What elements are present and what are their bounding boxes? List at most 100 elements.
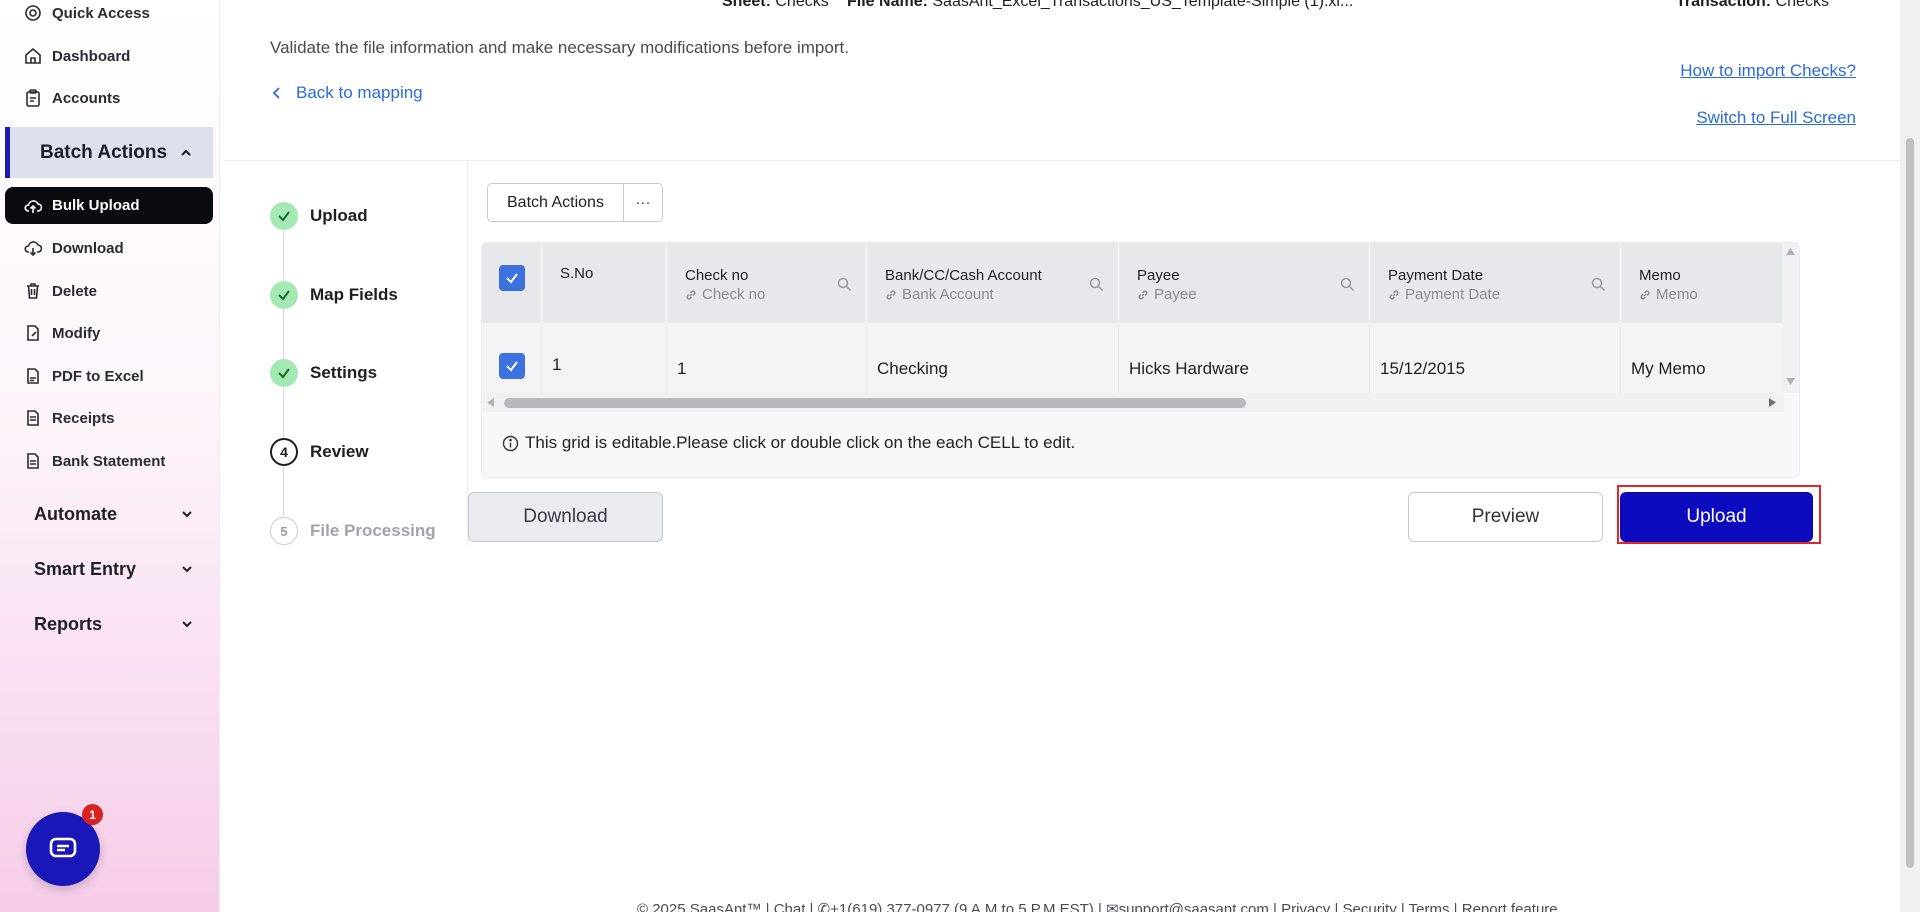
sidebar-group-automate[interactable]: Automate (34, 501, 194, 527)
link-icon (686, 290, 696, 299)
grid-horizontal-scrollbar[interactable] (482, 393, 1784, 412)
table-cell-bank-account[interactable]: Checking (867, 323, 1119, 393)
column-title: Payment Date (1388, 267, 1484, 284)
row-checkbox[interactable] (499, 353, 525, 379)
sidebar-item-label: PDF to Excel (52, 367, 144, 385)
step-label: Map Fields (310, 285, 398, 304)
column-title: S.No (560, 265, 594, 282)
column-header-bank-account[interactable]: Bank/CC/Cash Account Bank Account (867, 243, 1119, 323)
search-icon[interactable] (1089, 277, 1104, 292)
scroll-down-arrow-icon[interactable] (1785, 377, 1796, 386)
batch-actions-button[interactable]: Batch Actions (488, 184, 624, 221)
table-cell-sno[interactable]: 1 (542, 323, 667, 393)
file-name-value: SaasAnt_Excel_Transactions_US_Template-S… (932, 0, 1354, 10)
column-mapping-label: Check no (702, 286, 766, 303)
file-name-info: File Name: SaasAnt_Excel_Transactions_US… (847, 0, 1353, 11)
table-cell-text: Checking (877, 359, 948, 378)
sidebar-item-delete[interactable]: Delete (24, 280, 97, 302)
search-icon[interactable] (1340, 277, 1355, 292)
statement-icon (27, 453, 39, 469)
column-mapping-label: Bank Account (902, 286, 994, 303)
sheet-value: Checks (775, 0, 829, 10)
sidebar-section-title: Batch Actions (40, 141, 168, 163)
quick-access-icon (25, 5, 41, 21)
sidebar-item-download[interactable]: Download (24, 237, 124, 259)
sidebar-item-label: Delete (52, 282, 98, 300)
sidebar: Quick Access Dashboard Accounts Batch Ac… (0, 0, 220, 912)
sidebar-group-label: Smart Entry (34, 558, 137, 579)
column-title: Bank/CC/Cash Account (885, 267, 1042, 284)
scroll-up-arrow-icon[interactable] (1785, 247, 1796, 256)
scroll-left-arrow-icon[interactable] (486, 397, 495, 408)
table-cell-check-no[interactable]: 1 (667, 323, 867, 393)
sidebar-group-label: Reports (34, 613, 103, 634)
sidebar-item-bank-statement[interactable]: Bank Statement (24, 450, 165, 472)
chevron-down-icon (182, 511, 192, 518)
receipt-icon (27, 410, 39, 426)
stepper-divider (467, 161, 468, 546)
sidebar-item-label: Bulk Upload (52, 197, 140, 214)
table-cell-text: Hicks Hardware (1129, 359, 1249, 378)
chevron-down-icon (182, 566, 192, 573)
transaction-info: Transaction: Checks (1676, 0, 1829, 11)
scroll-right-arrow-icon[interactable] (1768, 397, 1777, 408)
page-scrollbar[interactable] (1900, 0, 1920, 912)
cloud-upload-icon (24, 199, 42, 213)
select-all-checkbox[interactable] (499, 265, 525, 291)
full-screen-link[interactable]: Switch to Full Screen (1696, 108, 1856, 128)
grid-note-text: This grid is editable.Please click or do… (525, 433, 1076, 452)
more-options-button[interactable]: ··· (624, 184, 662, 221)
table-cell-memo[interactable]: My Memo (1621, 323, 1784, 393)
search-icon[interactable] (1591, 277, 1606, 292)
column-header-memo[interactable]: Memo Memo (1621, 243, 1784, 323)
step-settings[interactable]: Settings (270, 359, 377, 387)
table-cell-payee[interactable]: Hicks Hardware (1119, 323, 1370, 393)
sidebar-item-bulk-upload[interactable]: Bulk Upload (5, 187, 213, 224)
back-to-mapping-link[interactable]: Back to mapping (270, 83, 423, 103)
download-button[interactable]: Download (468, 492, 663, 542)
step-review[interactable]: 4 Review (270, 438, 369, 466)
step-done-icon (270, 281, 298, 309)
grid-editable-note: This grid is editable.Please click or do… (502, 433, 1075, 453)
step-map-fields[interactable]: Map Fields (270, 281, 398, 309)
column-header-payment-date[interactable]: Payment Date Payment Date (1370, 243, 1621, 323)
sidebar-item-modify[interactable]: Modify (24, 322, 100, 344)
grid-vertical-scrollbar[interactable] (1782, 243, 1799, 393)
how-to-import-link[interactable]: How to import Checks? (1680, 61, 1856, 81)
sheet-info: Sheet: Checks (722, 0, 829, 11)
sidebar-item-accounts[interactable]: Accounts (24, 87, 120, 109)
sidebar-group-reports[interactable]: Reports (34, 611, 194, 637)
chevron-down-icon (182, 621, 192, 628)
search-icon[interactable] (837, 277, 852, 292)
sidebar-item-dashboard[interactable]: Dashboard (24, 45, 130, 67)
sidebar-group-smart-entry[interactable]: Smart Entry (34, 556, 194, 582)
step-done-icon (270, 359, 298, 387)
scrollbar-thumb[interactable] (504, 398, 1246, 408)
sidebar-section-batch-actions[interactable]: Batch Actions (5, 127, 213, 178)
column-mapping: Bank Account (885, 286, 994, 303)
trash-icon (27, 283, 39, 299)
pdf-icon (27, 368, 39, 384)
link-icon (1389, 290, 1399, 299)
column-header-sno[interactable]: S.No (542, 243, 667, 323)
table-cell-payment-date[interactable]: 15/12/2015 (1370, 323, 1621, 393)
checkmark-icon (278, 211, 290, 222)
table-cell-text: 1 (677, 359, 687, 378)
column-header-check-no[interactable]: Check no Check no (667, 243, 867, 323)
sidebar-item-quick-access[interactable]: Quick Access (24, 2, 150, 24)
sidebar-item-pdf-to-excel[interactable]: PDF to Excel (24, 365, 144, 387)
select-all-cell (482, 243, 542, 323)
column-mapping: Payment Date (1388, 286, 1500, 303)
step-upload[interactable]: Upload (270, 202, 368, 230)
preview-button[interactable]: Preview (1408, 492, 1603, 542)
info-icon (502, 435, 519, 451)
batch-actions-toolbar: Batch Actions ··· (487, 183, 663, 222)
page-scrollbar-thumb[interactable] (1906, 138, 1914, 868)
column-header-payee[interactable]: Payee Payee (1119, 243, 1370, 323)
review-grid: S.No Check no Check no Bank/CC/Cash Acco… (481, 242, 1800, 478)
column-title: Payee (1137, 267, 1180, 284)
row-select-cell (482, 323, 542, 393)
sidebar-item-receipts[interactable]: Receipts (24, 407, 115, 429)
table-cell-text: 15/12/2015 (1380, 359, 1466, 378)
upload-button[interactable]: Upload (1620, 492, 1813, 542)
